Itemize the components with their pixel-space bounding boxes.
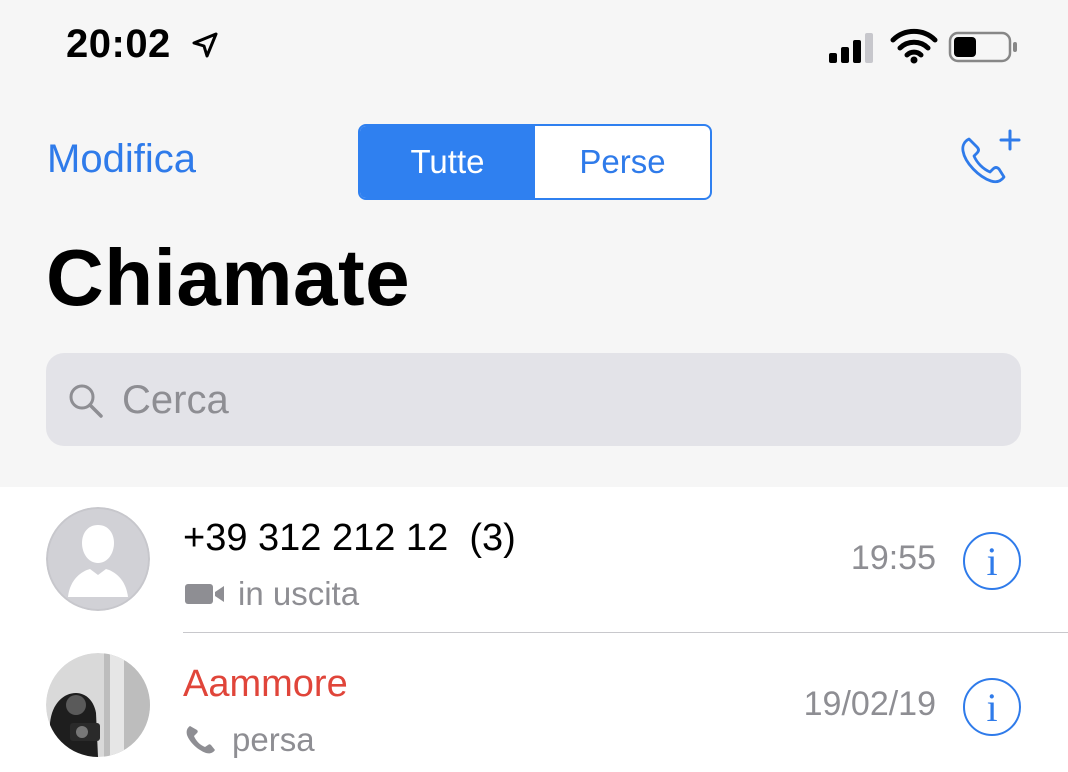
call-time: 19:55 (850, 539, 936, 577)
call-time: 19/02/19 (803, 685, 936, 723)
call-type-label: in uscita (238, 575, 360, 612)
call-type: in uscita (184, 575, 359, 613)
call-type-label: persa (232, 721, 315, 758)
search-icon (69, 384, 103, 418)
wifi-icon (890, 28, 938, 64)
status-time: 20:02 (66, 22, 171, 66)
info-icon: i (986, 538, 998, 584)
edit-button[interactable]: Modifica (47, 137, 196, 182)
cellular-signal-icon (829, 33, 873, 63)
header: 20:02 Modifica Tutte Perse Chiamate Cerc… (0, 0, 1068, 488)
call-row[interactable]: Aammore persa 19/02/19 i (0, 633, 1068, 772)
battery-icon (948, 31, 1017, 63)
caller-name: Aammore (183, 663, 348, 705)
new-call-button[interactable] (955, 125, 1027, 197)
segment-missed[interactable]: Perse (535, 126, 710, 198)
call-type: persa (184, 721, 315, 759)
info-button[interactable]: i (963, 678, 1021, 736)
info-icon: i (986, 684, 998, 730)
call-row[interactable]: +39 312 212 12 (3) in uscita 19:55 i (0, 487, 1068, 633)
avatar (46, 653, 150, 757)
phone-icon (184, 724, 220, 756)
contact-photo (46, 653, 150, 757)
segment-all[interactable]: Tutte (360, 126, 535, 198)
avatar (46, 507, 150, 611)
caller-name: +39 312 212 12 (3) (183, 517, 516, 559)
video-camera-icon (184, 582, 226, 606)
search-bar[interactable] (46, 353, 1021, 446)
calls-screen: 20:02 Modifica Tutte Perse Chiamate Cerc… (0, 0, 1068, 772)
phone-plus-icon (961, 129, 1021, 184)
location-arrow-icon (192, 32, 218, 58)
info-button[interactable]: i (963, 532, 1021, 590)
call-filter-segmented-control: Tutte Perse (358, 124, 712, 200)
page-title: Chiamate (46, 233, 411, 322)
default-contact-avatar-icon (46, 507, 150, 611)
search-input[interactable] (120, 367, 1004, 433)
